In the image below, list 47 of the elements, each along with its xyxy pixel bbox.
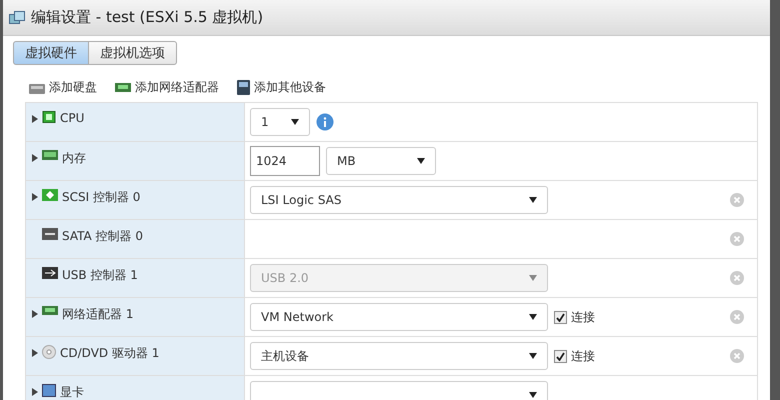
dropdown-caret-icon xyxy=(529,392,537,398)
device-name: 网络适配器 1 xyxy=(62,306,134,323)
tab[interactable]: 虚拟机选项 xyxy=(88,41,177,65)
network-card-icon xyxy=(42,306,58,315)
toolbar-button[interactable]: 添加网络适配器 xyxy=(115,79,219,96)
dropdown-caret-icon xyxy=(417,158,425,164)
device-select[interactable]: LSI Logic SAS xyxy=(250,186,548,214)
expand-caret-icon[interactable] xyxy=(32,193,38,201)
expand-caret-icon[interactable] xyxy=(32,115,38,123)
memory-module-icon xyxy=(42,150,58,160)
device-name: CD/DVD 驱动器 1 xyxy=(60,345,160,362)
expand-caret-icon[interactable] xyxy=(32,388,38,396)
window-title: 编辑设置 - test (ESXi 5.5 虚拟机) xyxy=(31,8,264,27)
cpu-count-select[interactable]: 1 xyxy=(250,108,310,136)
device-name: CPU xyxy=(60,111,84,125)
device-name: 内存 xyxy=(62,150,86,167)
dropdown-caret-icon xyxy=(291,119,299,125)
info-icon[interactable] xyxy=(316,113,334,131)
connect-checkbox[interactable] xyxy=(554,350,567,362)
device-name: USB 控制器 1 xyxy=(62,267,138,284)
toolbar-button[interactable]: 添加其他设备 xyxy=(237,79,326,96)
network-card-icon xyxy=(115,83,131,92)
unit-select[interactable]: MB xyxy=(326,147,436,175)
window-icon xyxy=(9,10,25,24)
tab[interactable]: 虚拟硬件 xyxy=(13,41,89,65)
device-icon xyxy=(237,80,250,95)
device-name: 显卡 xyxy=(60,384,84,400)
device-name: SATA 控制器 0 xyxy=(62,228,143,245)
disc-icon xyxy=(42,345,56,359)
expand-caret-icon[interactable] xyxy=(32,349,38,357)
device-name: SCSI 控制器 0 xyxy=(62,189,140,206)
memory-size-field[interactable]: 1024 xyxy=(250,146,320,176)
device-select[interactable]: VM Network xyxy=(250,303,548,331)
controller-icon xyxy=(42,189,58,201)
dropdown-caret-icon xyxy=(529,353,537,359)
toolbar-button[interactable]: 添加硬盘 xyxy=(29,79,97,96)
dropdown-caret-icon xyxy=(529,275,537,281)
dropdown-caret-icon xyxy=(529,314,537,320)
connect-label: 连接 xyxy=(571,348,595,364)
connect-checkbox[interactable] xyxy=(554,310,567,324)
expand-caret-icon[interactable] xyxy=(32,310,38,318)
monitor-icon xyxy=(42,384,56,397)
connect-label: 连接 xyxy=(571,308,595,326)
expand-caret-icon[interactable] xyxy=(32,154,38,162)
chip-icon xyxy=(42,111,56,123)
dropdown-caret-icon xyxy=(529,197,537,203)
device-select[interactable]: 主机设备 xyxy=(250,342,548,370)
